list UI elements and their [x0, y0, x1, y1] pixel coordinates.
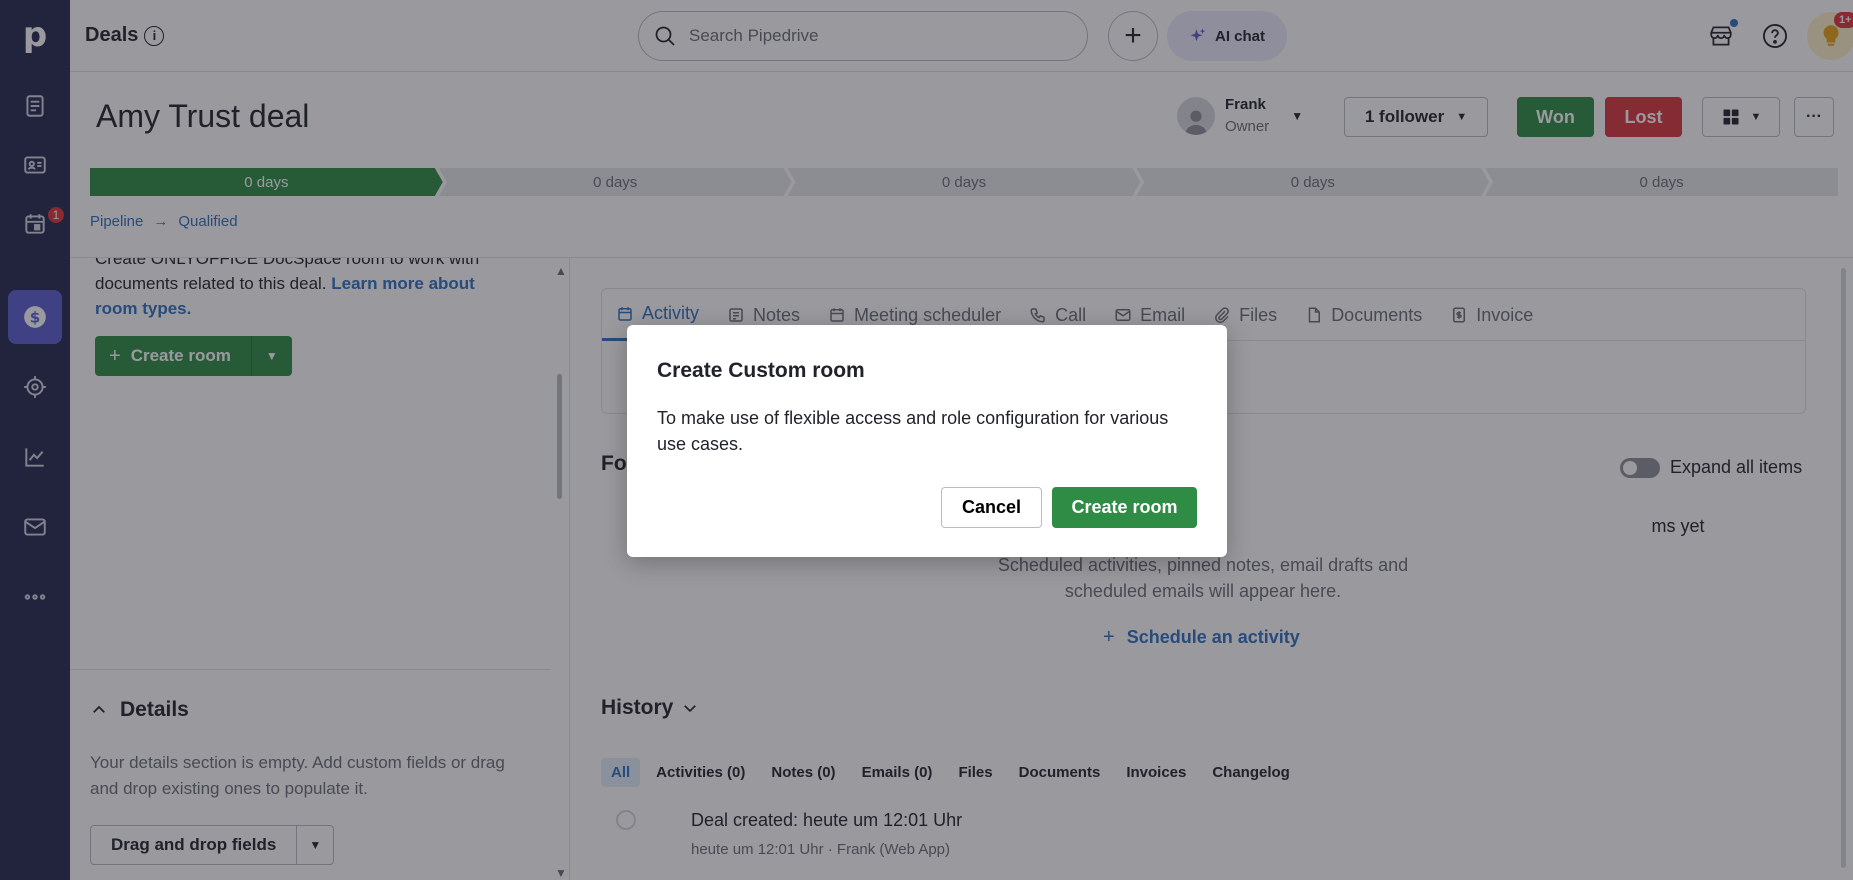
- dialog-title: Create Custom room: [657, 359, 865, 382]
- create-custom-room-dialog: Create Custom room To make use of flexib…: [627, 325, 1227, 557]
- create-room-confirm-button[interactable]: Create room: [1052, 487, 1197, 528]
- dialog-body-text: To make use of flexible access and role …: [657, 408, 1169, 454]
- cancel-button[interactable]: Cancel: [941, 487, 1042, 528]
